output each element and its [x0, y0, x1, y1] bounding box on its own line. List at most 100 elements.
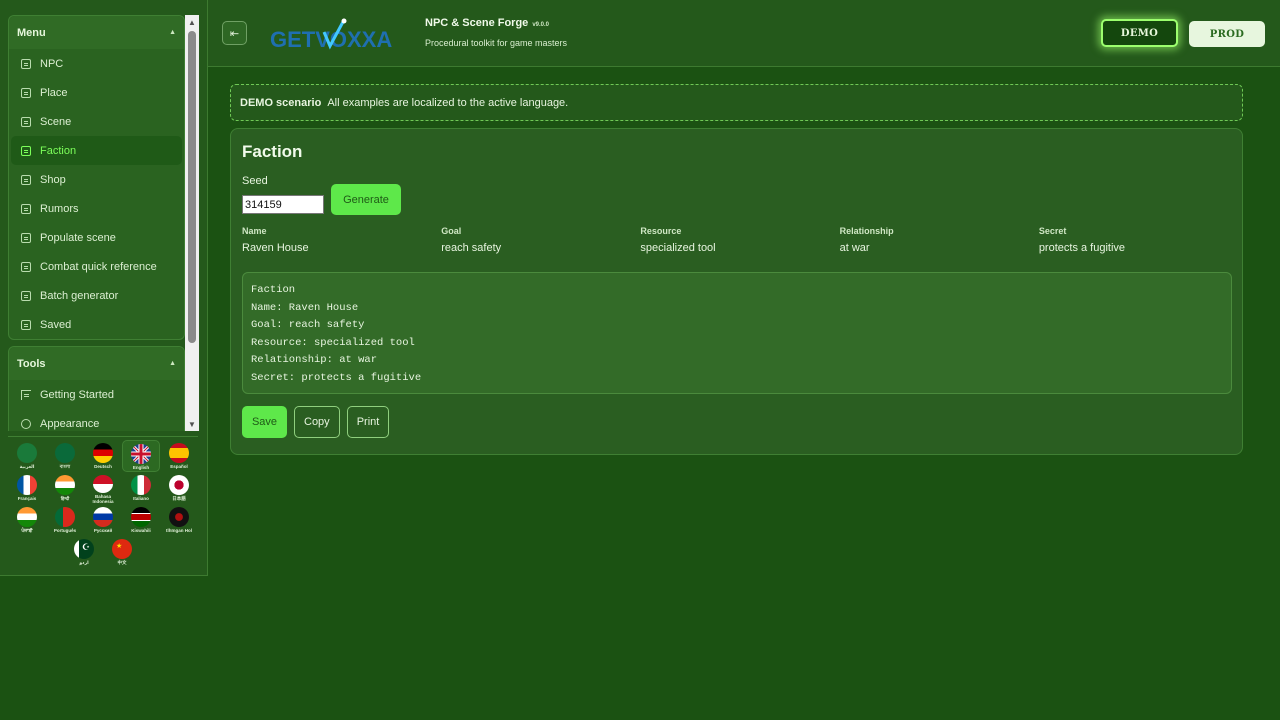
document-icon: [21, 261, 31, 272]
language-option[interactable]: Kiswahili: [122, 504, 160, 536]
language-option[interactable]: Español: [160, 440, 198, 472]
flag-indonesia-icon: [93, 475, 113, 493]
save-button[interactable]: Save: [242, 406, 287, 438]
tools-section-title: Tools: [17, 357, 46, 370]
app-title: NPC & Scene Forge v9.0.0: [425, 17, 549, 29]
language-option[interactable]: Português: [46, 504, 84, 536]
language-label: Русский: [93, 528, 113, 533]
generate-button[interactable]: Generate: [331, 184, 401, 215]
sidebar-item-label: NPC: [40, 57, 64, 70]
flag-russia-icon: [93, 507, 113, 527]
sidebar-item-getting-started[interactable]: Getting Started: [11, 380, 182, 409]
language-option[interactable]: Français: [8, 472, 46, 504]
language-label: Deutsch: [94, 464, 112, 469]
seed-input[interactable]: [242, 195, 324, 214]
banner-strong: DEMO scenario: [240, 96, 322, 109]
sidebar-item-rumors[interactable]: Rumors: [11, 194, 182, 223]
sidebar-item-scene[interactable]: Scene: [11, 107, 182, 136]
language-label: Français: [17, 496, 37, 501]
sidebar-item-label: Scene: [40, 115, 72, 128]
tools-section-header[interactable]: Tools ▲: [9, 347, 184, 380]
language-label: বাংলা: [59, 464, 71, 469]
sidebar-item-appearance[interactable]: Appearance: [11, 409, 182, 431]
scrollbar-thumb[interactable]: [188, 31, 196, 343]
sidebar-item-npc[interactable]: NPC: [11, 49, 182, 78]
sidebar-item-label: Faction: [40, 144, 77, 157]
menu-section-header[interactable]: Menu ▲: [9, 16, 184, 49]
collapse-sidebar-icon: ⇤: [229, 27, 240, 40]
language-label: 中文: [117, 560, 127, 565]
faction-fields: Name Raven House Goal reach safety Resource s…: [242, 226, 1238, 254]
menu-section: Menu ▲ NPC Place Scene Faction Shop Rumors Pop…: [8, 15, 185, 340]
field-value: protects a fugitive: [1038, 242, 1126, 254]
language-option[interactable]: 日本語: [160, 472, 198, 504]
language-option[interactable]: tlhIngan Hol: [160, 504, 198, 536]
sidebar-item-faction[interactable]: Faction: [11, 136, 182, 165]
flag-saudi-arabia-icon: [17, 443, 37, 463]
language-option[interactable]: العربية: [8, 440, 46, 472]
collapse-caret-icon: ▲: [169, 360, 176, 367]
prod-mode-button[interactable]: PROD: [1189, 21, 1265, 47]
sidebar-item-populate-scene[interactable]: Populate scene: [11, 223, 182, 252]
sidebar-item-combat-quick-reference[interactable]: Combat quick reference: [11, 252, 182, 281]
scroll-up-arrow-icon[interactable]: ▲: [185, 15, 199, 29]
flag-bangladesh-icon: [55, 443, 75, 463]
document-icon: [21, 145, 31, 156]
language-label: English: [132, 465, 150, 470]
document-icon: [21, 58, 31, 69]
card-title: Faction: [242, 142, 303, 161]
demo-mode-button[interactable]: DEMO: [1101, 19, 1178, 47]
language-option[interactable]: Русский: [84, 504, 122, 536]
language-option[interactable]: ਪੰਜਾਬੀ: [8, 504, 46, 536]
sidebar: Menu ▲ NPC Place Scene Faction Shop Rumors Pop…: [0, 0, 208, 576]
output-line: Secret: protects a fugitive: [251, 371, 422, 384]
output-line: Resource: specialized tool: [251, 336, 415, 349]
field-goal: Goal reach safety: [441, 226, 640, 254]
palette-icon: [21, 418, 31, 429]
collapse-sidebar-button[interactable]: ⇤: [222, 21, 247, 45]
flag-klingon-icon: [169, 507, 189, 527]
seed-label: Seed: [242, 175, 268, 187]
scroll-down-arrow-icon[interactable]: ▼: [185, 417, 199, 431]
field-label: Name: [242, 226, 267, 236]
flag-india-icon: [55, 475, 75, 495]
faction-card: Faction Seed Generate Name Raven House Goa…: [230, 128, 1243, 455]
document-icon: [21, 203, 31, 214]
print-button[interactable]: Print: [346, 406, 390, 438]
language-label: Kiswahili: [131, 528, 151, 533]
field-value: specialized tool: [640, 242, 716, 254]
sidebar-scrollbar[interactable]: ▲ ▼: [185, 15, 199, 431]
document-icon: [21, 319, 31, 330]
language-option[interactable]: বাংলা: [46, 440, 84, 472]
language-option[interactable]: Italiano: [122, 472, 160, 504]
flag-china-icon: ★: [112, 539, 132, 559]
sidebar-item-saved[interactable]: Saved: [11, 310, 182, 339]
copy-button[interactable]: Copy: [294, 406, 340, 438]
sidebar-item-label: Batch generator: [40, 289, 119, 302]
output-line: Goal: reach safety: [251, 319, 365, 331]
flag-portugal-icon: [55, 507, 75, 527]
field-label: Resource: [640, 226, 682, 236]
document-icon: [21, 87, 31, 98]
language-option[interactable]: Bahasa Indonesia: [84, 472, 122, 504]
sidebar-item-label: Rumors: [40, 202, 79, 215]
language-option[interactable]: English: [122, 440, 160, 472]
card-actions: Save Copy Print: [242, 406, 396, 438]
faction-output-text: Faction Name: Raven House Goal: reach safe…: [242, 272, 1232, 394]
sidebar-item-batch-generator[interactable]: Batch generator: [11, 281, 182, 310]
sidebar-item-label: Combat quick reference: [40, 260, 157, 273]
flag-pakistan-icon: ☪: [74, 539, 94, 559]
app-header: ⇤ GETVOXXA NPC & Scene Forge v9.0.0 Proce…: [208, 0, 1280, 67]
output-line: Name: Raven House: [251, 301, 359, 314]
language-option[interactable]: Deutsch: [84, 440, 122, 472]
language-option[interactable]: ☪ اردو: [65, 536, 103, 568]
sidebar-item-shop[interactable]: Shop: [11, 165, 182, 194]
language-option[interactable]: ★ 中文: [103, 536, 141, 568]
sidebar-item-place[interactable]: Place: [11, 78, 182, 107]
document-icon: [21, 116, 31, 127]
language-option[interactable]: हिन्दी: [46, 472, 84, 504]
field-value: Raven House: [242, 242, 309, 254]
divider: [8, 436, 198, 437]
collapse-caret-icon: ▲: [169, 29, 176, 36]
field-value: at war: [839, 242, 870, 254]
